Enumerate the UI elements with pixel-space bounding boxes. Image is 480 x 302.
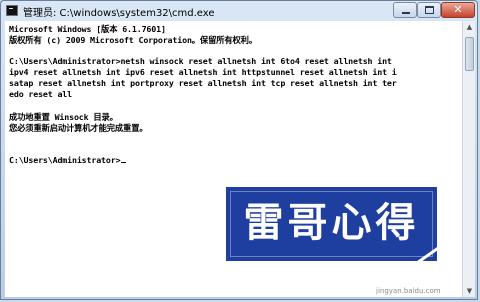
badge-text: 雷哥心得: [243, 200, 420, 246]
watermark-badge: 雷哥心得: [223, 184, 440, 264]
close-icon: ✕: [453, 3, 463, 16]
console-line: ipv4 reset allnetsh int ipv6 reset allne…: [9, 67, 397, 77]
title-bar[interactable]: 管理员: C:\windows\system32\cmd.exe ✕: [1, 1, 477, 21]
maximize-icon: [425, 6, 434, 14]
console-prompt-line: C:\Users\Administrator>: [9, 155, 127, 165]
vertical-scrollbar[interactable]: ▲ ▼: [462, 21, 475, 297]
console-line: 版权所有 (c) 2009 Microsoft Corporation。保留所有…: [9, 35, 257, 45]
site-watermark: jingyan.baidu.com: [376, 287, 441, 295]
minimize-icon: [402, 12, 410, 14]
scroll-down-icon[interactable]: ▼: [464, 285, 475, 297]
window-title: 管理员: C:\windows\system32\cmd.exe: [23, 8, 215, 19]
console-line: edo reset all: [9, 89, 72, 99]
cmd-icon[interactable]: [6, 5, 18, 16]
text-cursor: [121, 162, 127, 163]
console-line: C:\Users\Administrator>netsh winsock res…: [9, 56, 392, 66]
console-prompt: C:\Users\Administrator>: [9, 155, 121, 165]
console-line: satap reset allnetsh int portproxy reset…: [9, 78, 397, 88]
scroll-up-icon[interactable]: ▲: [464, 21, 475, 33]
minimize-button[interactable]: [393, 2, 417, 18]
close-button[interactable]: ✕: [441, 2, 475, 18]
scroll-thumb[interactable]: [465, 37, 474, 71]
console-line: 您必须重新启动计算机才能完成重置。: [9, 123, 148, 133]
maximize-button[interactable]: [417, 2, 441, 18]
